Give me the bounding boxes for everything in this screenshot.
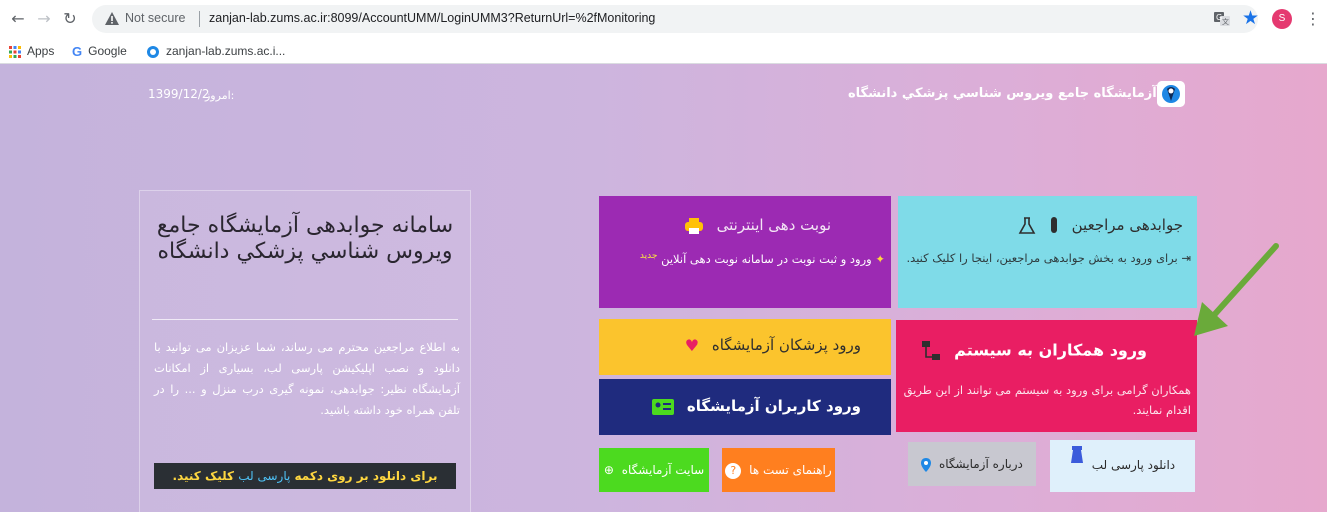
online-booking-title: نوبت دهی اينترنتی xyxy=(684,216,831,235)
bookmark-zanjan-lab-label: zanjan-lab.zums.ac.i... xyxy=(166,44,286,58)
doctors-login-title: ورود پزشكان آزمايشگاه ♥ xyxy=(685,336,861,355)
download-note-suffix: كليک كنيد. xyxy=(172,469,235,483)
bookmark-apps-label: Apps xyxy=(27,44,55,58)
lab-users-login-title-text: ورود كاربران آزمايشگاه xyxy=(686,397,861,415)
globe-icon: ⊕ xyxy=(603,463,614,477)
magic-wand-icon: ✦ xyxy=(875,251,885,266)
download-note: برای دانلود بر روی دكمه پارسی لب كليک كن… xyxy=(154,463,456,489)
warning-icon xyxy=(105,12,119,25)
info-title: سامانه جوابدهی آزمايشگاه جامع ويروس شناس… xyxy=(156,213,454,264)
heartbeat-icon: ♥ xyxy=(684,336,700,355)
map-marker-icon xyxy=(921,457,932,472)
online-booking-tile[interactable]: نوبت دهی اينترنتی ✦ ورود و ثبت نوبت در س… xyxy=(599,196,891,308)
staff-login-tile[interactable]: ورود همكاران به سيستم همكاران گرامی برای… xyxy=(896,320,1197,432)
test-guide-label: راهنمای تست ها xyxy=(749,463,832,477)
page-body: امروز: 1399/12/2 آزمايشگاه جامع ويروس شن… xyxy=(0,64,1327,512)
bookmark-zanjan-lab[interactable]: zanjan-lab.zums.ac.i... xyxy=(146,43,285,59)
lab-users-login-tile[interactable]: ورود كاربران آزمايشگاه xyxy=(599,379,891,435)
site-title: آزمايشگاه جامع ويروس شناسي پزشكي دانشگاه xyxy=(848,86,1157,101)
bookmarks-bar: Apps G Google zanjan-lab.zums.ac.i... xyxy=(0,38,1327,64)
site-favicon-icon xyxy=(147,45,159,58)
back-icon[interactable]: ← xyxy=(8,9,28,29)
annotation-arrow xyxy=(1194,243,1279,336)
bookmark-google-label: Google xyxy=(88,44,127,58)
download-note-link[interactable]: پارسی لب xyxy=(238,469,290,483)
download-note-prefix: برای دانلود بر روی دكمه xyxy=(294,469,438,483)
download-parsilab-button[interactable]: دانلود پارسی لب xyxy=(1050,440,1195,492)
omnibox-divider xyxy=(199,11,200,27)
lab-users-login-title: ورود كاربران آزمايشگاه xyxy=(651,397,861,415)
date-value: 1399/12/2 xyxy=(148,87,210,101)
info-description: به اطلاع مراجعين محترم می رساند، شما عزي… xyxy=(154,340,460,417)
info-divider xyxy=(152,319,458,320)
patients-results-tile[interactable]: جوابدهی مراجعين ⇥ برای ورود به بخش جوابد… xyxy=(898,196,1197,308)
url-text[interactable]: zanjan-lab.zums.ac.ir:8099/AccountUMM/Lo… xyxy=(209,11,655,25)
google-logo-icon: G xyxy=(72,43,83,59)
kebab-menu-icon[interactable]: ⋮ xyxy=(1305,9,1321,29)
flask-icon xyxy=(1018,216,1036,234)
about-lab-label: درباره آزمايشگاه xyxy=(938,457,1023,471)
network-icon xyxy=(921,341,940,360)
patients-results-title-text: جوابدهی مراجعين xyxy=(1071,216,1183,234)
profile-avatar[interactable]: S xyxy=(1272,9,1292,29)
id-card-icon xyxy=(651,398,674,415)
about-lab-button[interactable]: درباره آزمايشگاه xyxy=(908,442,1036,486)
doctors-login-title-text: ورود پزشكان آزمايشگاه xyxy=(711,336,861,354)
staff-login-desc: همكاران گرامی برای ورود به سيستم می توان… xyxy=(903,383,1191,417)
test-tube-icon xyxy=(1050,216,1057,233)
lab-website-button[interactable]: سايت آزمايشگاه ⊕ xyxy=(599,448,709,492)
question-circle-icon: ? xyxy=(725,462,742,479)
forward-icon[interactable]: → xyxy=(34,9,54,29)
staff-login-title-text: ورود همكاران به سيستم xyxy=(954,340,1147,360)
patients-results-desc: ⇥ برای ورود به بخش جوابدهی مراجعين، اينج… xyxy=(901,248,1192,268)
patients-results-title: جوابدهی مراجعين xyxy=(1018,216,1183,235)
lab-logo-icon xyxy=(1157,81,1185,107)
address-bar[interactable]: Not secure zanjan-lab.zums.ac.ir:8099/Ac… xyxy=(92,5,1258,33)
doctors-login-tile[interactable]: ورود پزشكان آزمايشگاه ♥ xyxy=(599,319,891,375)
online-booking-desc-text: ورود و ثبت نوبت در سامانه نوبت دهی آنلاي… xyxy=(661,251,872,266)
staff-login-title: ورود همكاران به سيستم xyxy=(921,340,1147,362)
patients-results-desc-text: برای ورود به بخش جوابدهی مراجعين، اينجا … xyxy=(906,251,1178,265)
apps-grid-icon xyxy=(9,45,21,58)
parsilab-logo-icon xyxy=(1070,446,1083,463)
online-booking-title-text: نوبت دهی اينترنتی xyxy=(716,216,831,234)
bookmark-star-icon[interactable]: ★ xyxy=(1242,8,1259,28)
bookmark-google[interactable]: G Google xyxy=(72,43,127,59)
new-badge: جديد xyxy=(639,251,658,261)
test-guide-button[interactable]: راهنمای تست ها ? xyxy=(722,448,835,492)
translate-icon[interactable]: G 文 xyxy=(1213,10,1231,28)
reload-icon[interactable]: ↻ xyxy=(60,9,80,29)
lab-website-label: سايت آزمايشگاه xyxy=(621,463,705,477)
printer-icon xyxy=(684,217,703,234)
not-secure-label: Not secure xyxy=(125,11,186,25)
download-parsilab-label: دانلود پارسی لب xyxy=(1091,458,1176,472)
info-panel: سامانه جوابدهی آزمايشگاه جامع ويروس شناس… xyxy=(139,190,471,512)
bookmark-apps[interactable]: Apps xyxy=(9,43,54,59)
online-booking-desc: ✦ ورود و ثبت نوبت در سامانه نوبت دهی آنل… xyxy=(599,246,885,269)
svg-text:文: 文 xyxy=(1222,17,1229,26)
browser-toolbar: ← → ↻ Not secure zanjan-lab.zums.ac.ir:8… xyxy=(0,0,1327,38)
